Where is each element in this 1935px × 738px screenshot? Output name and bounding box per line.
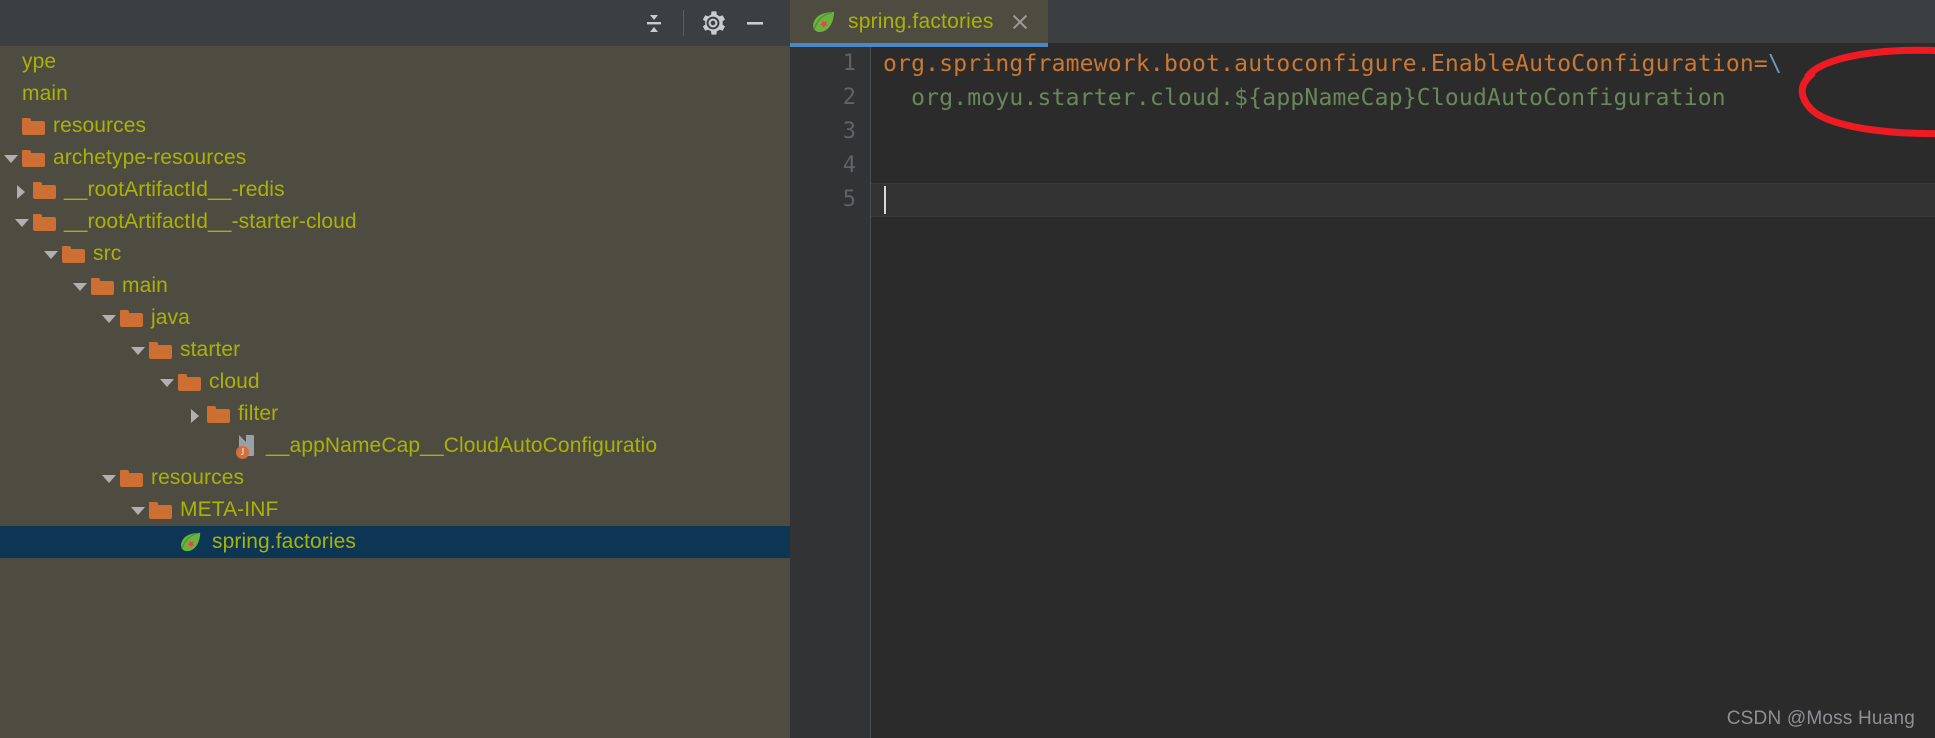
tree-row-label: src bbox=[93, 242, 122, 265]
tree-row[interactable]: J __appNameCap__CloudAutoConfiguratio bbox=[0, 430, 790, 462]
folder-icon bbox=[62, 245, 85, 263]
tree-row-label: filter bbox=[238, 402, 279, 425]
folder-icon bbox=[149, 341, 172, 359]
tree-row[interactable]: starter bbox=[0, 334, 790, 366]
close-icon[interactable] bbox=[1010, 12, 1030, 32]
tree-row-label: archetype-resources bbox=[53, 146, 247, 169]
folder-icon bbox=[207, 405, 230, 423]
tree-row[interactable]: spring.factories bbox=[0, 526, 790, 558]
settings-button[interactable] bbox=[692, 3, 734, 43]
tree-row[interactable]: filter bbox=[0, 398, 790, 430]
chevron-down-icon[interactable] bbox=[127, 334, 149, 366]
tree-row-label: starter bbox=[180, 338, 241, 361]
chevron-down-icon[interactable] bbox=[127, 494, 149, 526]
project-tool-window: ype main resources archetype-resources __roo… bbox=[0, 0, 790, 738]
chevron-right-icon[interactable] bbox=[11, 174, 33, 206]
tree-row[interactable]: archetype-resources bbox=[0, 142, 790, 174]
tree-row[interactable]: src bbox=[0, 238, 790, 270]
editor-gutter[interactable]: 1 2 3 4 5 bbox=[790, 47, 870, 738]
editor-tabbar: spring.factories bbox=[790, 0, 1935, 47]
line-number: 1 bbox=[842, 51, 856, 76]
collapse-all-icon bbox=[647, 15, 661, 32]
current-line-highlight bbox=[871, 183, 1935, 217]
line-number: 3 bbox=[842, 119, 856, 144]
tree-row-label: META-INF bbox=[180, 498, 279, 521]
chevron-down-icon[interactable] bbox=[98, 302, 120, 334]
folder-icon bbox=[91, 277, 114, 295]
code-line[interactable]: org.springframework.boot.autoconfigure.E… bbox=[883, 47, 1782, 81]
tree-row[interactable]: main bbox=[0, 78, 790, 110]
folder-icon bbox=[178, 373, 201, 391]
chevron-down-icon[interactable] bbox=[69, 270, 91, 302]
tool-window-header bbox=[0, 0, 790, 46]
tree-row-label: spring.factories bbox=[212, 530, 356, 553]
text-caret bbox=[884, 186, 886, 214]
tree-row-label: __rootArtifactId__-starter-cloud bbox=[64, 210, 357, 233]
tree-row-label: resources bbox=[151, 466, 245, 489]
ide-window: ype main resources archetype-resources __roo… bbox=[0, 0, 1935, 738]
line-number: 5 bbox=[842, 187, 856, 212]
tree-row-label: main bbox=[122, 274, 168, 297]
folder-icon bbox=[149, 501, 172, 519]
minimize-icon bbox=[747, 22, 763, 25]
code-token-esc: \ bbox=[1767, 51, 1783, 77]
tree-row[interactable]: ype bbox=[0, 46, 790, 78]
tree-row-label: __appNameCap__CloudAutoConfiguratio bbox=[266, 434, 658, 457]
folder-icon bbox=[22, 117, 45, 135]
code-line[interactable]: org.moyu.starter.cloud.${appNameCap}Clou… bbox=[883, 81, 1726, 115]
tree-row-label: cloud bbox=[209, 370, 260, 393]
tree-row-label: ype bbox=[22, 50, 57, 73]
tool-window-actions bbox=[633, 0, 776, 46]
editor-tab-spring-factories[interactable]: spring.factories bbox=[790, 0, 1048, 43]
code-token-key: org.springframework.boot.autoconfigure.E… bbox=[883, 51, 1768, 77]
spring-leaf-icon bbox=[813, 11, 834, 32]
spring-leaf-icon bbox=[178, 531, 204, 553]
editor-area: spring.factories 1 2 3 4 5 org.springframewo… bbox=[790, 0, 1935, 738]
tree-row[interactable]: __rootArtifactId__-starter-cloud bbox=[0, 206, 790, 238]
chevron-down-icon[interactable] bbox=[98, 462, 120, 494]
toolbar-divider bbox=[683, 10, 684, 36]
tree-row-label: main bbox=[22, 82, 68, 105]
tree-row[interactable]: cloud bbox=[0, 366, 790, 398]
chevron-down-icon[interactable] bbox=[40, 238, 62, 270]
watermark: CSDN @Moss Huang bbox=[1726, 708, 1915, 729]
chevron-down-icon[interactable] bbox=[156, 366, 178, 398]
code-editor[interactable]: org.springframework.boot.autoconfigure.E… bbox=[871, 47, 1935, 738]
chevron-down-icon[interactable] bbox=[11, 206, 33, 238]
tree-row-label: __rootArtifactId__-redis bbox=[64, 178, 285, 201]
code-token-val: org.moyu.starter.cloud.${appNameCap}Clou… bbox=[883, 85, 1726, 111]
tree-row[interactable]: resources bbox=[0, 110, 790, 142]
tree-row[interactable]: main bbox=[0, 270, 790, 302]
java-class-file-icon: J bbox=[236, 434, 258, 459]
folder-icon bbox=[33, 213, 56, 231]
tree-row[interactable]: resources bbox=[0, 462, 790, 494]
editor-tab-label: spring.factories bbox=[848, 9, 994, 33]
tree-row-label: resources bbox=[53, 114, 147, 137]
folder-icon bbox=[22, 149, 45, 167]
tree-row-label: java bbox=[151, 306, 190, 329]
chevron-down-icon[interactable] bbox=[0, 142, 22, 174]
line-number: 4 bbox=[842, 153, 856, 178]
tree-row[interactable]: java bbox=[0, 302, 790, 334]
tree-row[interactable]: META-INF bbox=[0, 494, 790, 526]
hide-tool-window-button[interactable] bbox=[734, 3, 776, 43]
line-number: 2 bbox=[842, 85, 856, 110]
folder-icon bbox=[120, 309, 143, 327]
project-tree[interactable]: ype main resources archetype-resources __roo… bbox=[0, 46, 790, 738]
collapse-all-button[interactable] bbox=[633, 3, 675, 43]
tree-row[interactable]: __rootArtifactId__-redis bbox=[0, 174, 790, 206]
chevron-right-icon[interactable] bbox=[185, 398, 207, 430]
gear-icon bbox=[702, 11, 726, 35]
folder-icon bbox=[120, 469, 143, 487]
folder-icon bbox=[33, 181, 56, 199]
